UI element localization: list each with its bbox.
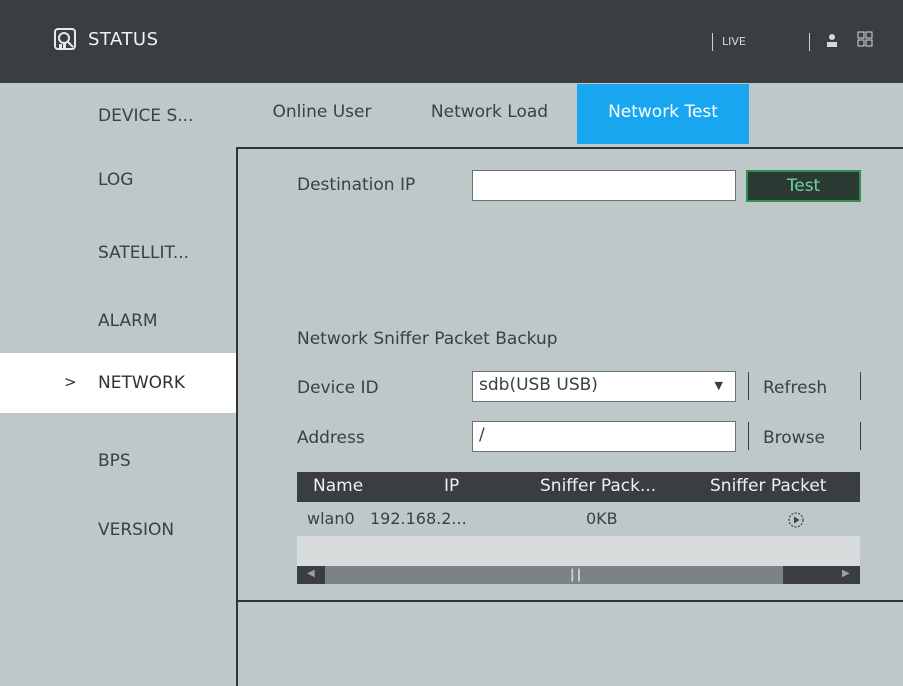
column-header-sniffer-packet[interactable]: Sniffer Packet (710, 476, 826, 496)
cell-name: wlan0 (307, 509, 355, 528)
tab-network-load[interactable]: Network Load (412, 84, 567, 144)
destination-ip-input[interactable] (472, 170, 736, 201)
divider (860, 372, 861, 400)
column-header-sniffer-packet-size[interactable]: Sniffer Pack... (540, 476, 656, 496)
top-bar: STATUS LIVE (0, 0, 903, 83)
chevron-right-icon: > (64, 373, 77, 391)
sidebar-item-label: SATELLIT... (98, 243, 190, 263)
display-mode-icon[interactable] (857, 31, 873, 47)
sidebar-item-label: DEVICE S... (98, 106, 194, 126)
divider (860, 422, 861, 450)
column-header-ip[interactable]: IP (444, 476, 459, 496)
chevron-down-icon: ▼ (714, 379, 723, 392)
divider (712, 33, 713, 51)
scrollbar-thumb[interactable]: ┃┃ (325, 566, 783, 584)
table-row[interactable]: wlan0 192.168.2... 0KB (297, 503, 860, 536)
grip-icon: ┃┃ (569, 569, 583, 582)
sidebar-item-network[interactable]: > NETWORK (0, 353, 236, 413)
device-id-select[interactable]: sdb(USB USB) ▼ (472, 371, 736, 402)
cell-ip: 192.168.2... (370, 509, 467, 528)
sidebar-item-label: NETWORK (98, 373, 185, 393)
sidebar-item-log[interactable]: LOG (0, 150, 236, 210)
device-id-label: Device ID (297, 378, 379, 398)
address-value: / (479, 425, 485, 445)
address-input[interactable]: / (472, 421, 736, 452)
page-title: STATUS (88, 29, 159, 50)
sidebar-item-version[interactable]: VERSION (0, 500, 236, 560)
user-icon[interactable] (826, 32, 838, 48)
live-button[interactable]: LIVE (722, 35, 746, 48)
sidebar-item-alarm[interactable]: ALARM (0, 291, 236, 351)
device-id-value: sdb(USB USB) (479, 375, 598, 395)
test-button[interactable]: Test (746, 170, 861, 202)
sidebar-item-bps[interactable]: BPS (0, 431, 236, 491)
destination-ip-label: Destination IP (297, 175, 416, 195)
status-logo-icon (54, 28, 76, 50)
content-panel (236, 147, 903, 686)
sidebar-item-label: LOG (98, 170, 134, 190)
divider (236, 600, 903, 602)
divider (809, 33, 810, 51)
cell-size: 0KB (586, 509, 618, 528)
sidebar-item-label: ALARM (98, 311, 158, 331)
divider (748, 422, 749, 450)
divider (748, 372, 749, 400)
scroll-left-icon[interactable]: ◀ (307, 568, 315, 579)
browse-button[interactable]: Browse (763, 428, 825, 448)
section-title: Network Sniffer Packet Backup (297, 329, 558, 349)
table-header: Name IP Sniffer Pack... Sniffer Packet (297, 472, 860, 502)
sidebar-item-label: VERSION (98, 520, 175, 540)
address-label: Address (297, 428, 365, 448)
scroll-right-icon[interactable]: ▶ (842, 568, 850, 579)
tab-network-test[interactable]: Network Test (577, 84, 749, 144)
table-empty-row (297, 536, 860, 566)
column-header-name[interactable]: Name (313, 476, 363, 496)
refresh-button[interactable]: Refresh (763, 378, 827, 398)
play-circle-icon[interactable] (787, 511, 805, 529)
sidebar-item-label: BPS (98, 451, 131, 471)
tab-online-user[interactable]: Online User (252, 84, 392, 144)
sidebar-item-device-status[interactable]: DEVICE S... (0, 86, 236, 146)
sidebar-item-satellite[interactable]: SATELLIT... (0, 223, 236, 283)
horizontal-scrollbar[interactable]: ◀ ┃┃ ▶ (297, 566, 860, 584)
